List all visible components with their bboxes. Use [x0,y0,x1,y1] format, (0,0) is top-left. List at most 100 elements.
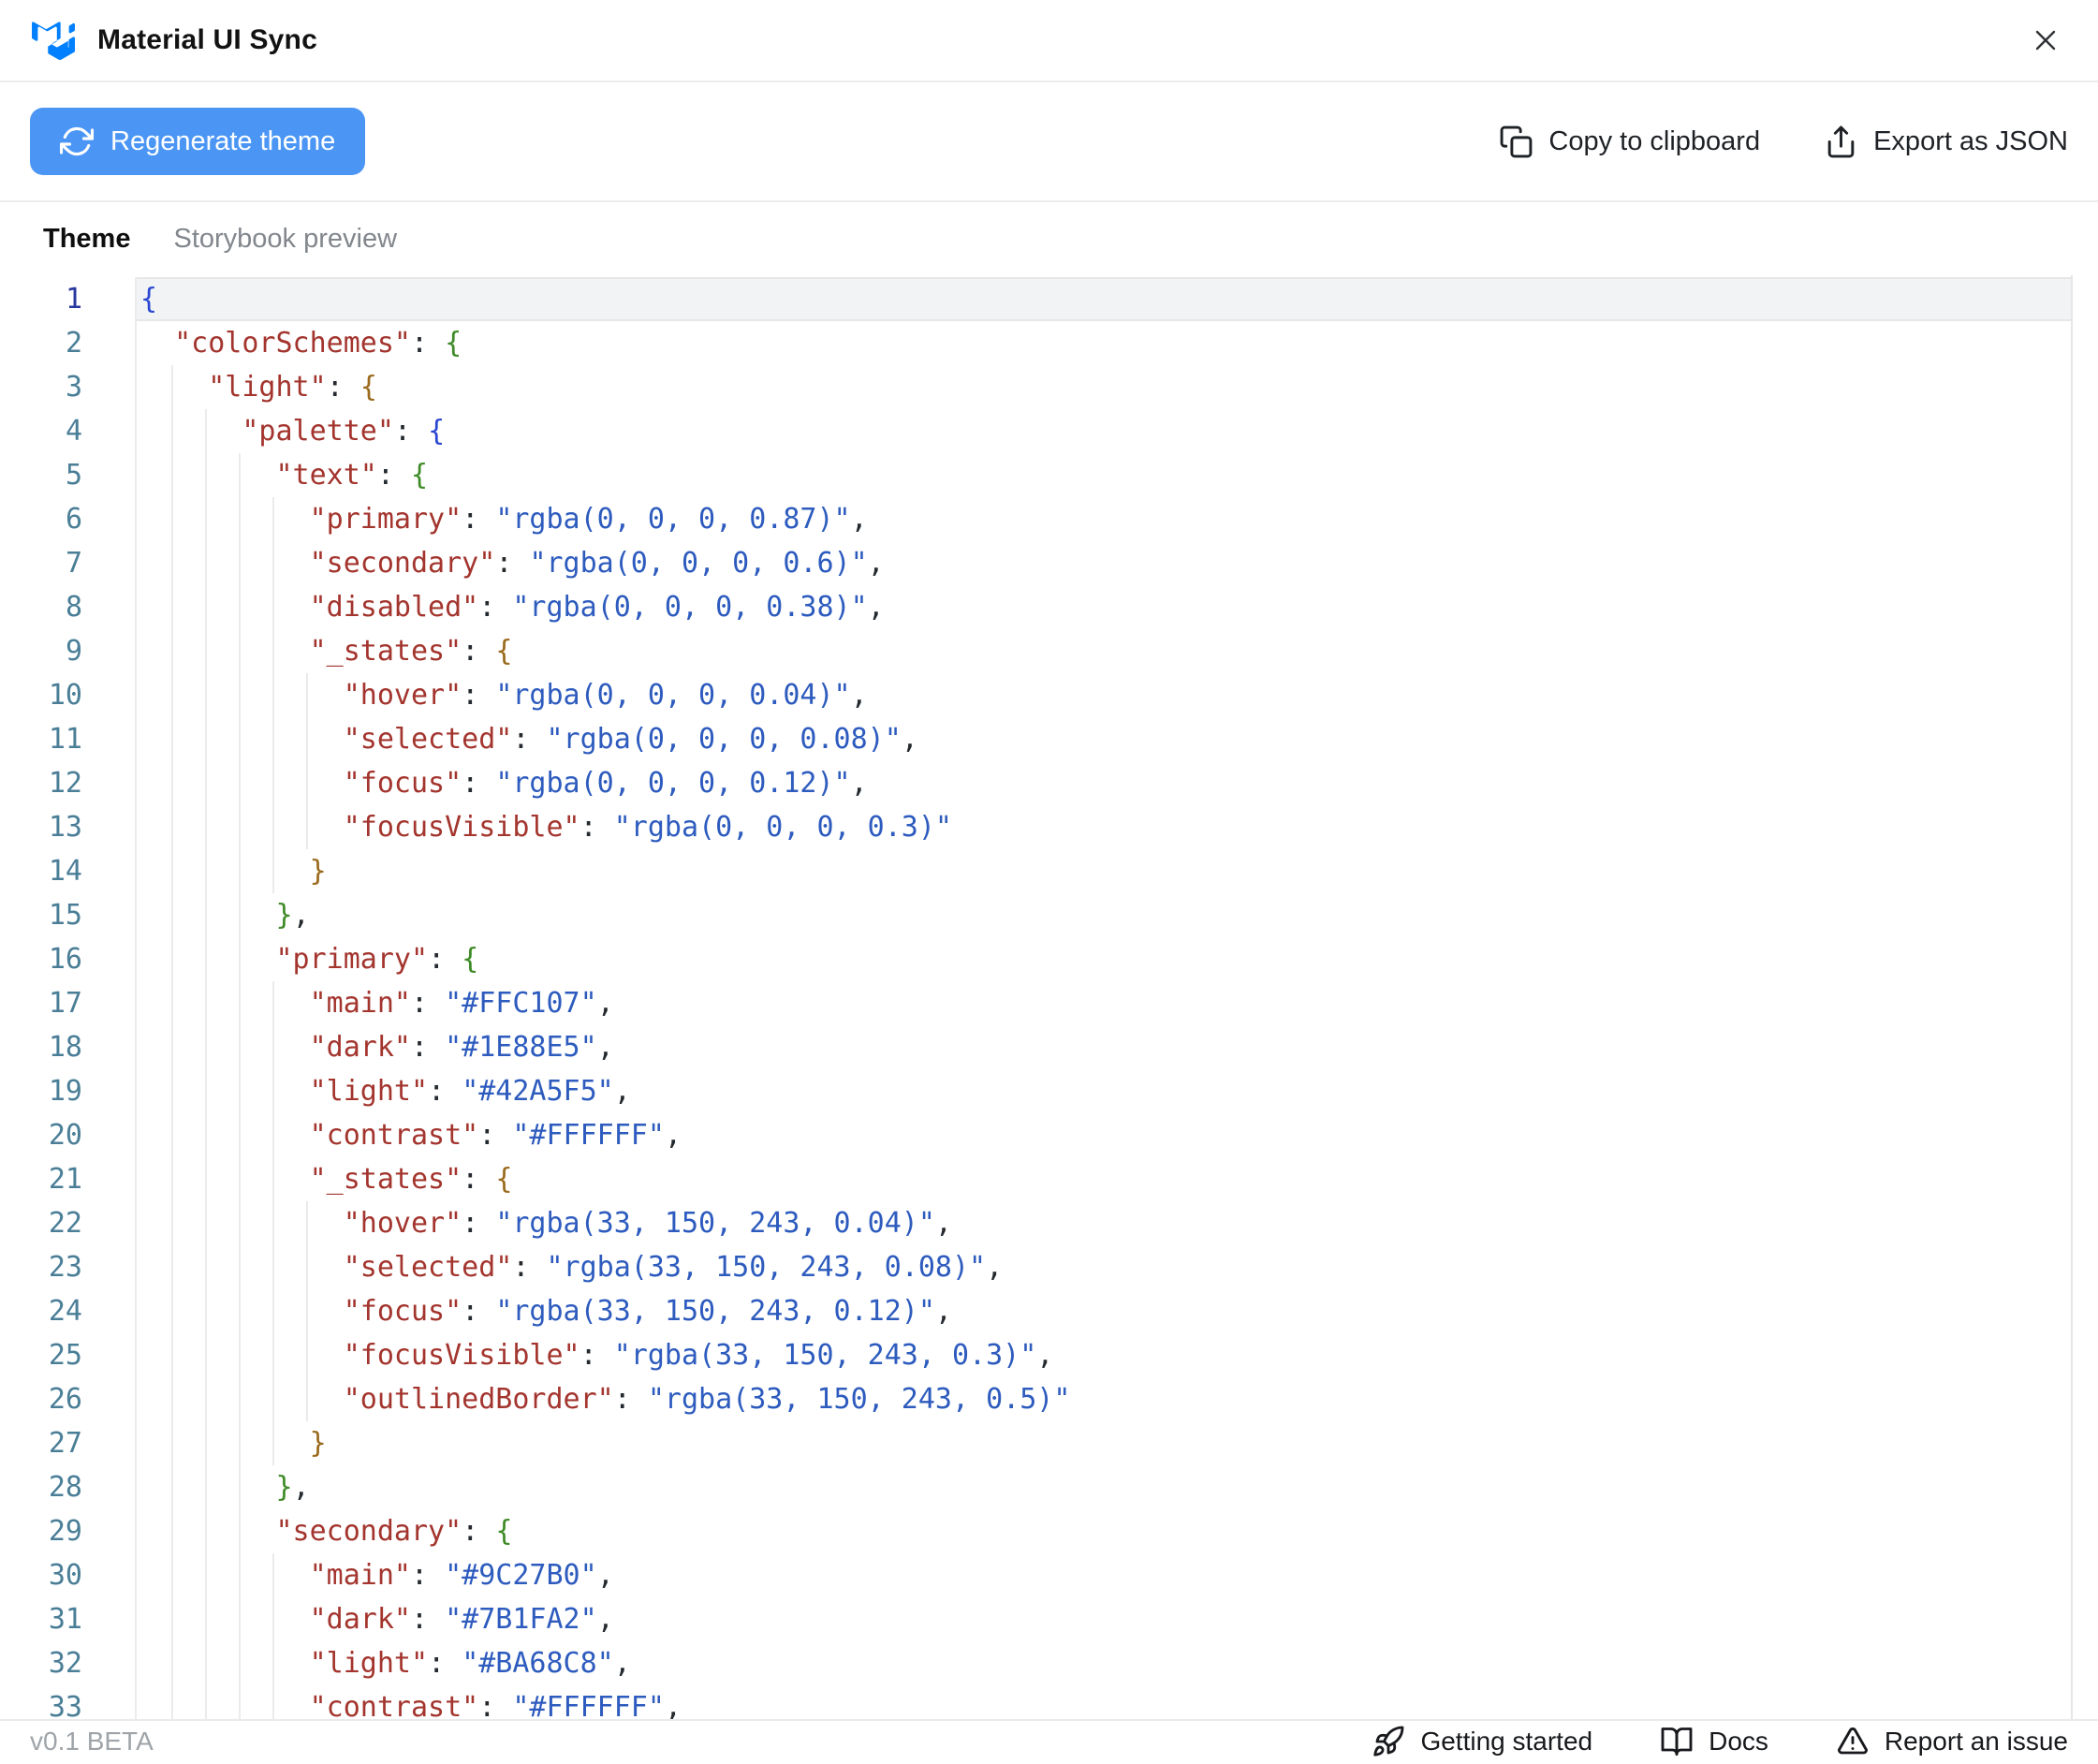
code-token: "contrast" [310,1691,479,1719]
tab-theme[interactable]: Theme [43,224,130,255]
code-token: "primary" [310,503,462,536]
code-token: : [394,415,428,448]
code-token: "text" [276,459,377,492]
export-as-json-button[interactable]: Export as JSON [1824,125,2068,159]
line-number: 2 [0,321,137,365]
regenerate-theme-button[interactable]: Regenerate theme [30,108,365,175]
code-content: "focus": "rgba(33, 150, 243, 0.12)", [137,1289,2071,1333]
code-token: , [935,1207,952,1240]
code-token: "rgba(0, 0, 0, 0.6)" [529,547,867,580]
code-token: : [478,1691,512,1719]
code-token: , [614,1075,631,1108]
code-token: "light" [310,1075,428,1108]
code-content: "selected": "rgba(0, 0, 0, 0.08)", [137,717,2071,761]
code-token: : [428,1075,462,1108]
code-token: "selected" [344,723,513,756]
code-content: }, [137,893,2071,937]
copy-icon [1499,125,1533,159]
code-token: "hover" [344,679,462,712]
code-token: "#BA68C8" [462,1647,614,1680]
line-number: 8 [0,585,137,629]
line-number: 29 [0,1509,137,1553]
code-token: , [597,1603,614,1636]
refresh-icon [60,125,94,158]
code-token: : [411,1603,445,1636]
code-token: , [293,899,310,932]
theme-json-editor[interactable]: 1{2 "colorSchemes": {3 "light": {4 "pale… [0,275,2098,1719]
copy-to-clipboard-button[interactable]: Copy to clipboard [1499,125,1760,159]
code-line: 31 "dark": "#7B1FA2", [0,1597,2071,1641]
code-token: { [411,459,428,492]
code-token: , [935,1295,952,1328]
code-token: "palette" [242,415,394,448]
docs-button[interactable]: Docs [1660,1725,1768,1758]
code-token: { [428,415,445,448]
line-number: 18 [0,1025,137,1069]
line-number: 23 [0,1245,137,1289]
code-content: }, [137,1465,2071,1509]
code-line: 2 "colorSchemes": { [0,321,2071,365]
code-token: } [276,899,293,932]
getting-started-button[interactable]: Getting started [1372,1725,1592,1758]
code-content: "dark": "#7B1FA2", [137,1597,2071,1641]
line-number: 21 [0,1157,137,1201]
line-number: 32 [0,1641,137,1685]
line-number: 33 [0,1685,137,1719]
line-number: 14 [0,849,137,893]
line-number: 12 [0,761,137,805]
report-an-issue-button[interactable]: Report an issue [1836,1725,2068,1758]
code-line: 17 "main": "#FFC107", [0,981,2071,1025]
code-content: "light": { [137,365,2071,409]
tab-storybook-preview[interactable]: Storybook preview [173,224,397,255]
line-number: 31 [0,1597,137,1641]
code-token: "rgba(0, 0, 0, 0.3)" [614,811,952,844]
line-number: 26 [0,1377,137,1421]
export-as-json-label: Export as JSON [1873,126,2068,157]
code-content: "disabled": "rgba(0, 0, 0, 0.38)", [137,585,2071,629]
plugin-header: Material UI Sync [0,0,2098,82]
code-content: "text": { [137,453,2071,497]
code-line: 16 "primary": { [0,937,2071,981]
code-line: 30 "main": "#9C27B0", [0,1553,2071,1597]
code-token: "disabled" [310,591,479,624]
line-number: 24 [0,1289,137,1333]
code-token: : [428,943,462,976]
code-token: : [428,1647,462,1680]
code-line: 9 "_states": { [0,629,2071,673]
code-token: "colorSchemes" [174,327,411,360]
code-line: 8 "disabled": "rgba(0, 0, 0, 0.38)", [0,585,2071,629]
close-icon [2029,23,2062,57]
line-number: 20 [0,1113,137,1157]
line-number: 1 [0,277,137,321]
line-number: 25 [0,1333,137,1377]
code-content: "outlinedBorder": "rgba(33, 150, 243, 0.… [137,1377,2071,1421]
tab-bar: Theme Storybook preview [0,202,2098,275]
code-token: : [462,503,495,536]
code-token: : [327,371,360,404]
regenerate-theme-label: Regenerate theme [110,126,335,157]
code-token: "rgba(0, 0, 0, 0.87)" [495,503,850,536]
code-line: 21 "_states": { [0,1157,2071,1201]
code-token: { [360,371,377,404]
code-line: 1{ [0,277,2071,321]
code-token: "#42A5F5" [462,1075,614,1108]
code-content: } [137,1421,2071,1465]
toolbar: Regenerate theme Copy to clipboard Expor… [0,82,2098,202]
code-token: : [411,327,445,360]
code-content: "hover": "rgba(0, 0, 0, 0.04)", [137,673,2071,717]
code-token: , [868,591,885,624]
code-token: , [986,1251,1003,1284]
code-line: 13 "focusVisible": "rgba(0, 0, 0, 0.3)" [0,805,2071,849]
code-token: "focusVisible" [344,811,580,844]
code-token: : [580,1339,614,1372]
close-button[interactable] [2025,20,2066,61]
code-token: "rgba(0, 0, 0, 0.38)" [512,591,867,624]
code-line: 22 "hover": "rgba(33, 150, 243, 0.04)", [0,1201,2071,1245]
code-line: 15 }, [0,893,2071,937]
code-token: , [851,503,868,536]
line-number: 17 [0,981,137,1025]
code-token: { [445,327,462,360]
code-content: { [137,277,2071,321]
line-number: 11 [0,717,137,761]
code-token: "focus" [344,1295,462,1328]
